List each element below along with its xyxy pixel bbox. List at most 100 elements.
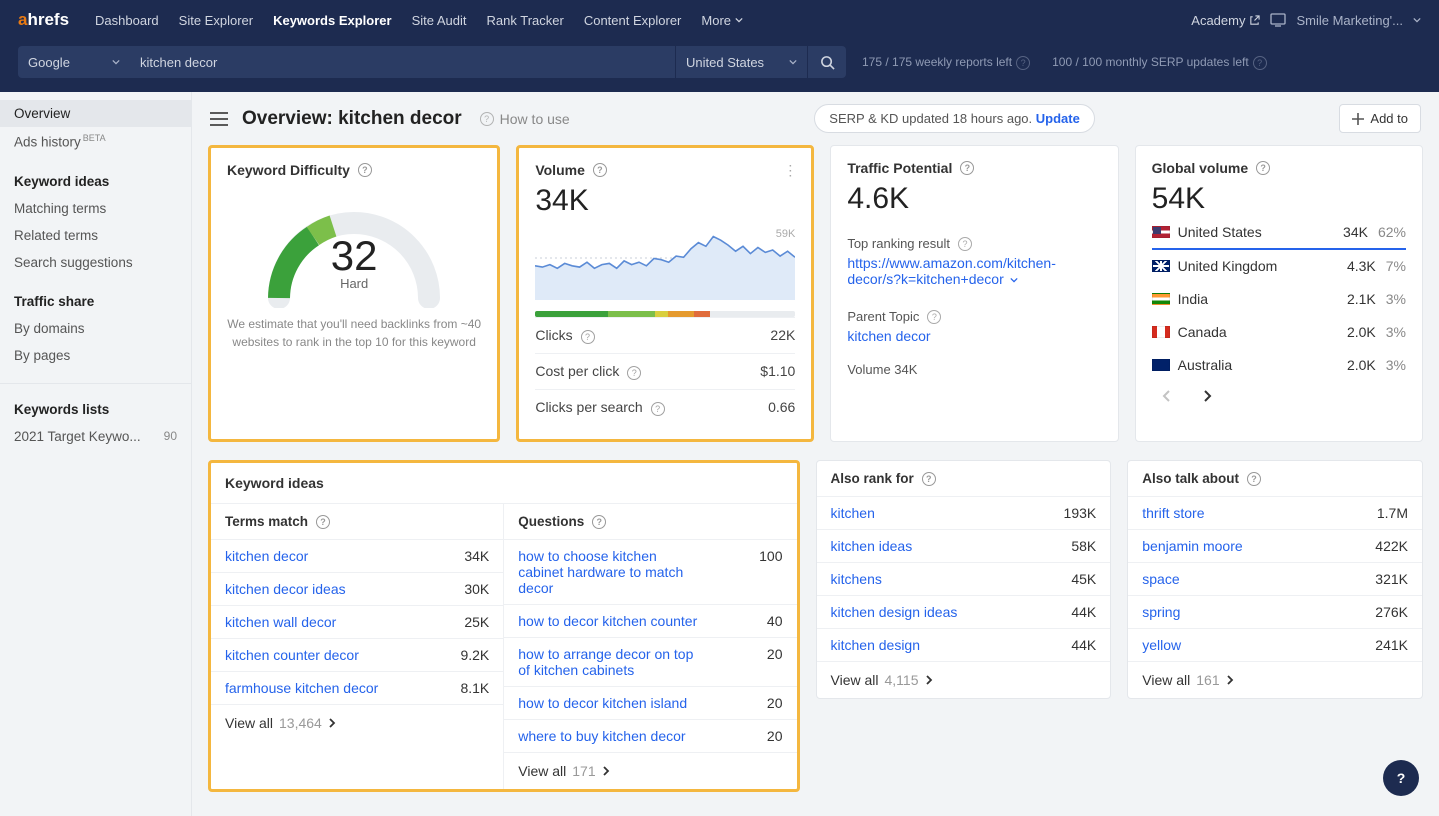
info-icon: ?: [1253, 56, 1267, 70]
sidebar-matching-terms[interactable]: Matching terms: [0, 195, 191, 222]
keyword-link[interactable]: kitchen: [831, 505, 875, 521]
top-result-url[interactable]: https://www.amazon.com/kitchen-decor/s?k…: [847, 255, 1101, 287]
keyword-idea-row: where to buy kitchen decor20: [504, 719, 796, 752]
search-button[interactable]: [808, 46, 846, 78]
serp-update-pill: SERP & KD updated 18 hours ago. Update: [814, 104, 1095, 133]
keyword-volume: 30K: [464, 581, 489, 597]
chevron-right-icon[interactable]: [1202, 390, 1212, 402]
keyword-idea-row: kitchen design44K: [817, 628, 1111, 661]
col-questions: Questions? how to choose kitchen cabinet…: [503, 503, 796, 789]
keyword-link[interactable]: kitchen decor ideas: [225, 581, 346, 597]
nav-more[interactable]: More: [691, 0, 753, 40]
sidebar-heading-traffic: Traffic share: [0, 276, 191, 315]
nav-content-explorer[interactable]: Content Explorer: [574, 0, 692, 40]
how-to-use[interactable]: ? How to use: [476, 111, 570, 127]
keyword-idea-row: how to choose kitchen cabinet hardware t…: [504, 539, 796, 604]
account-menu[interactable]: Smile Marketing'...: [1270, 13, 1421, 28]
search-engine-select[interactable]: Google: [18, 46, 130, 78]
keyword-link[interactable]: how to decor kitchen counter: [518, 613, 697, 629]
nav-dashboard[interactable]: Dashboard: [85, 0, 169, 40]
keyword-volume: 34K: [464, 548, 489, 564]
view-all-terms[interactable]: View all 13,464: [211, 704, 503, 741]
add-to-button[interactable]: Add to: [1339, 104, 1421, 133]
keyword-link[interactable]: how to decor kitchen island: [518, 695, 687, 711]
keyword-volume: 100: [759, 548, 782, 564]
gv-row[interactable]: India2.1K3%: [1152, 283, 1406, 316]
sidebar-ads-history[interactable]: Ads historyBETA: [0, 127, 191, 156]
sidebar-search-suggestions[interactable]: Search suggestions: [0, 249, 191, 276]
keyword-link[interactable]: how to arrange decor on top of kitchen c…: [518, 646, 698, 678]
stat-weekly: 175 / 175 weekly reports left?: [862, 55, 1030, 70]
keyword-link[interactable]: yellow: [1142, 637, 1181, 653]
chevron-down-icon: [789, 58, 797, 66]
flag-icon: [1152, 260, 1170, 272]
monitor-icon: [1270, 13, 1286, 27]
nav-site-audit[interactable]: Site Audit: [402, 0, 477, 40]
country-select[interactable]: United States: [675, 46, 807, 78]
keyword-volume: 1.7M: [1377, 505, 1408, 521]
parent-topic-volume: Volume 34K: [847, 362, 1101, 377]
card-menu-icon[interactable]: ⋮: [783, 162, 797, 179]
col-terms-match: Terms match? kitchen decor34Kkitchen dec…: [211, 503, 503, 789]
gv-country: Canada: [1178, 324, 1227, 340]
keyword-idea-row: farmhouse kitchen decor8.1K: [211, 671, 503, 704]
view-all-alsotalk[interactable]: View all 161: [1128, 661, 1422, 698]
keyword-link[interactable]: where to buy kitchen decor: [518, 728, 685, 744]
view-all-alsorank[interactable]: View all 4,115: [817, 661, 1111, 698]
keyword-link[interactable]: kitchen design ideas: [831, 604, 958, 620]
help-icon: ?: [480, 112, 494, 126]
keyword-link[interactable]: spring: [1142, 604, 1180, 620]
keyword-link[interactable]: how to choose kitchen cabinet hardware t…: [518, 548, 698, 596]
gv-row[interactable]: United Kingdom4.3K7%: [1152, 250, 1406, 283]
sidebar-list-item[interactable]: 2021 Target Keywo... 90: [0, 423, 191, 450]
gv-country: United Kingdom: [1178, 258, 1278, 274]
menu-icon[interactable]: [210, 112, 228, 126]
nav-site-explorer[interactable]: Site Explorer: [169, 0, 263, 40]
keyword-link[interactable]: kitchen design: [831, 637, 921, 653]
keyword-link[interactable]: kitchen wall decor: [225, 614, 336, 630]
gv-row[interactable]: Australia2.0K3%: [1152, 349, 1406, 382]
keyword-volume: 45K: [1071, 571, 1096, 587]
page-header: Overview: kitchen decor ? How to use SER…: [192, 92, 1439, 145]
parent-topic-link[interactable]: kitchen decor: [847, 328, 930, 344]
gv-country: Australia: [1178, 357, 1232, 373]
traffic-potential-value: 4.6K: [847, 182, 1101, 216]
help-fab[interactable]: ?: [1383, 760, 1419, 796]
keyword-idea-row: how to decor kitchen counter40: [504, 604, 796, 637]
gv-volume: 2.1K: [1347, 291, 1376, 307]
chevron-left-icon[interactable]: [1162, 390, 1172, 402]
gv-row[interactable]: Canada2.0K3%: [1152, 316, 1406, 349]
nav-academy[interactable]: Academy: [1181, 0, 1270, 40]
nav-keywords-explorer[interactable]: Keywords Explorer: [263, 0, 402, 40]
keyword-volume: 58K: [1071, 538, 1096, 554]
keyword-link[interactable]: farmhouse kitchen decor: [225, 680, 378, 696]
label-parent-topic: Parent Topic ?: [847, 309, 1101, 324]
sidebar-overview[interactable]: Overview: [0, 100, 191, 127]
keyword-link[interactable]: thrift store: [1142, 505, 1204, 521]
keyword-link[interactable]: kitchen counter decor: [225, 647, 359, 663]
info-icon: ?: [358, 163, 372, 177]
keyword-link[interactable]: kitchen decor: [225, 548, 308, 564]
card-also-talk-about: Also talk about? thrift store1.7Mbenjami…: [1127, 460, 1423, 699]
section-title: Keyword ideas: [211, 463, 797, 503]
logo[interactable]: ahrefs: [18, 10, 69, 30]
sidebar-by-domains[interactable]: By domains: [0, 315, 191, 342]
view-all-questions[interactable]: View all 171: [504, 752, 796, 789]
keyword-input[interactable]: [130, 46, 675, 78]
update-link[interactable]: Update: [1036, 111, 1080, 126]
info-icon: ?: [927, 310, 941, 324]
keyword-link[interactable]: benjamin moore: [1142, 538, 1242, 554]
chevron-right-icon: [1226, 675, 1234, 685]
sidebar-related-terms[interactable]: Related terms: [0, 222, 191, 249]
keyword-volume: 241K: [1375, 637, 1408, 653]
nav-rank-tracker[interactable]: Rank Tracker: [477, 0, 574, 40]
card-traffic-potential: Traffic Potential ? 4.6K Top ranking res…: [830, 145, 1118, 442]
keyword-link[interactable]: kitchen ideas: [831, 538, 913, 554]
keyword-link[interactable]: kitchens: [831, 571, 882, 587]
gv-row[interactable]: United States34K62%: [1152, 216, 1406, 250]
sidebar-by-pages[interactable]: By pages: [0, 342, 191, 369]
keyword-link[interactable]: space: [1142, 571, 1179, 587]
info-icon: ?: [627, 366, 641, 380]
info-icon: ?: [1247, 472, 1261, 486]
kv-cps: Clicks per search ? 0.66: [535, 389, 795, 425]
